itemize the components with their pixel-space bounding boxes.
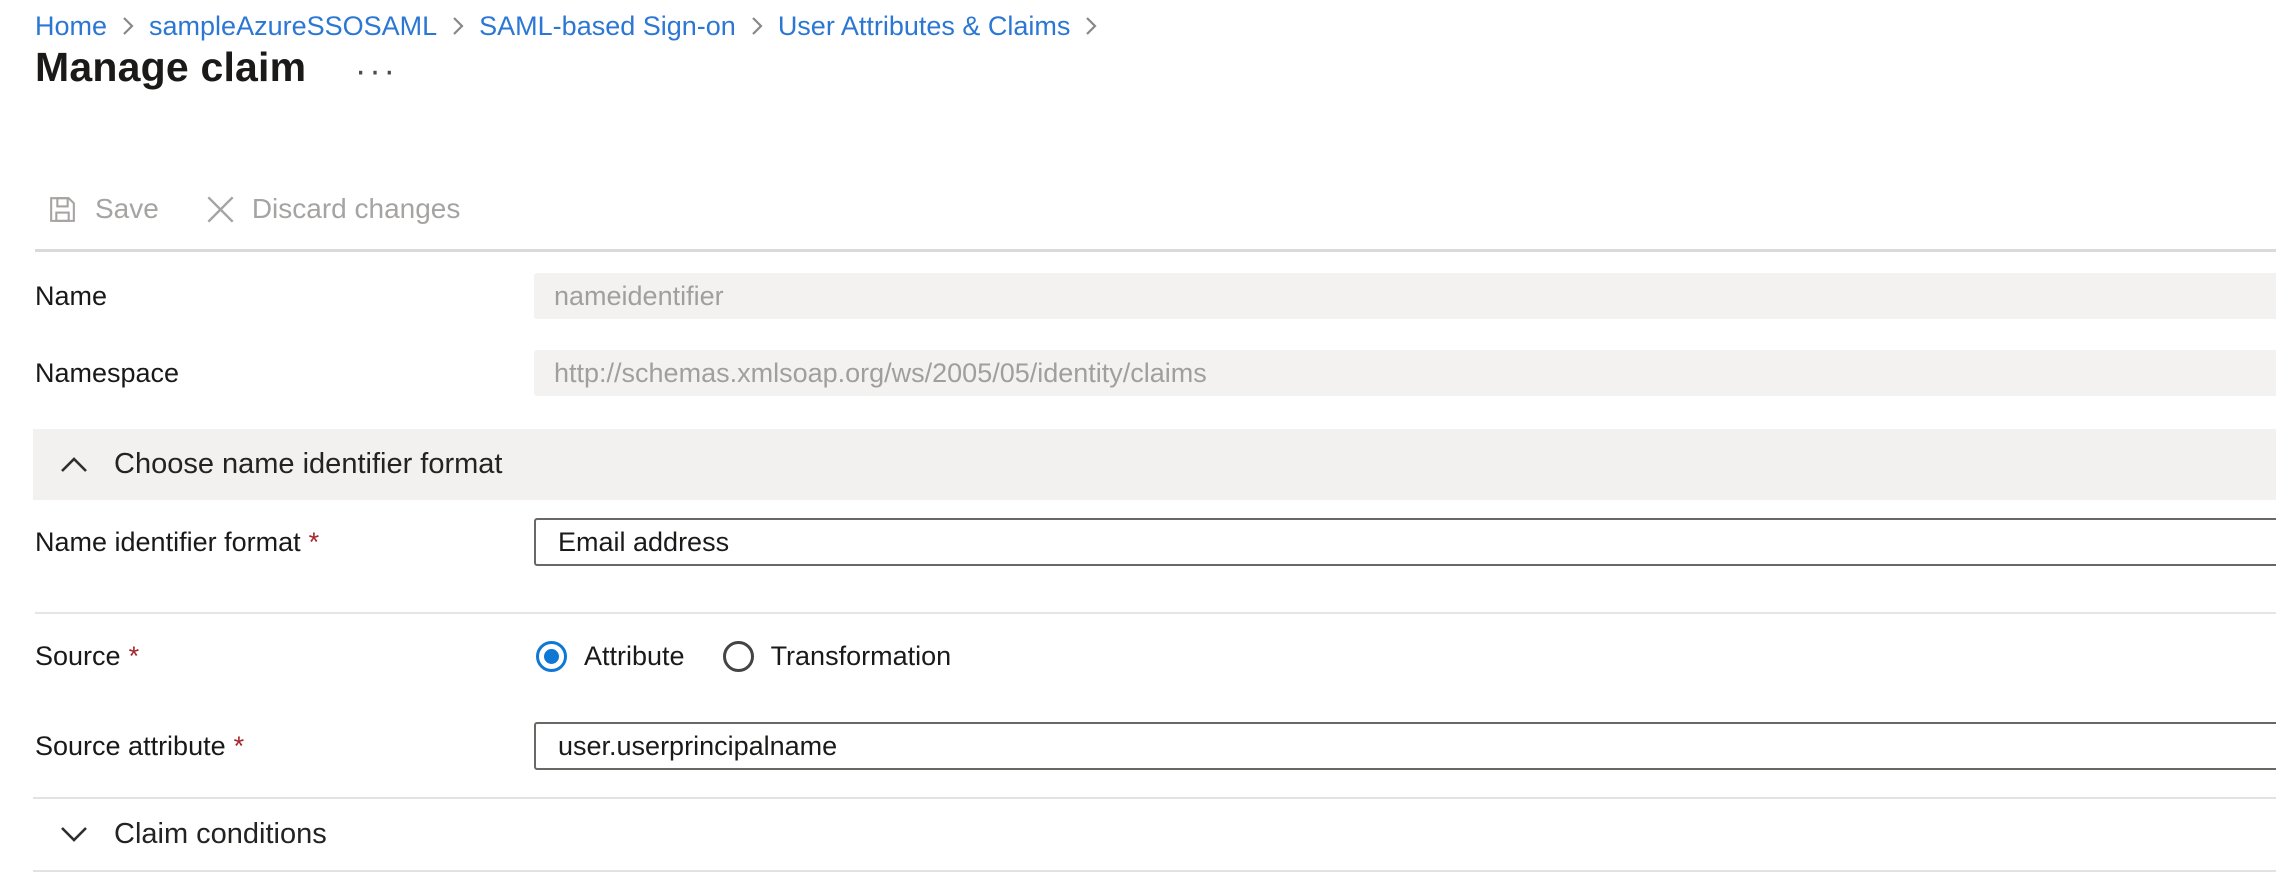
namespace-input: http://schemas.xmlsoap.org/ws/2005/05/id… xyxy=(534,350,2276,396)
breadcrumb-separator-icon xyxy=(122,16,134,36)
page-title: Manage claim xyxy=(35,44,306,91)
required-asterisk: * xyxy=(309,527,320,557)
source-attribute-label-text: Source attribute xyxy=(35,731,226,761)
name-identifier-format-label: Name identifier format * xyxy=(35,518,319,566)
required-asterisk: * xyxy=(129,641,140,671)
row-divider xyxy=(35,612,2276,614)
save-icon xyxy=(46,193,79,226)
breadcrumb-saml-signon-link[interactable]: SAML-based Sign-on xyxy=(479,11,736,42)
source-radio-group: Attribute Transformation xyxy=(536,633,951,679)
section-title: Choose name identifier format xyxy=(114,448,502,481)
radio-transformation[interactable] xyxy=(723,641,754,672)
toolbar-divider xyxy=(35,249,2276,252)
radio-attribute-label[interactable]: Attribute xyxy=(584,641,685,672)
name-label: Name xyxy=(35,273,107,319)
name-identifier-format-select[interactable]: Email address xyxy=(534,518,2276,566)
breadcrumb-user-attributes-link[interactable]: User Attributes & Claims xyxy=(778,11,1071,42)
discard-changes-button[interactable]: Discard changes xyxy=(205,193,461,225)
radio-attribute[interactable] xyxy=(536,641,567,672)
required-asterisk: * xyxy=(234,731,245,761)
source-label: Source * xyxy=(35,633,139,679)
chevron-down-icon xyxy=(60,826,88,843)
section-choose-name-identifier-format[interactable]: Choose name identifier format xyxy=(33,429,2276,500)
save-button[interactable]: Save xyxy=(46,193,159,226)
chevron-up-icon xyxy=(60,456,88,473)
breadcrumb-separator-icon xyxy=(751,16,763,36)
section-title: Claim conditions xyxy=(114,818,327,851)
source-attribute-label: Source attribute * xyxy=(35,722,244,770)
close-icon xyxy=(205,194,236,225)
breadcrumb-app-link[interactable]: sampleAzureSSOSAML xyxy=(149,11,437,42)
command-toolbar: Save Discard changes xyxy=(46,184,460,234)
source-attribute-select[interactable]: user.userprincipalname xyxy=(534,722,2276,770)
source-label-text: Source xyxy=(35,641,121,671)
breadcrumb-separator-icon xyxy=(1085,16,1097,36)
breadcrumb-home-link[interactable]: Home xyxy=(35,11,107,42)
namespace-label: Namespace xyxy=(35,350,179,396)
breadcrumb: Home sampleAzureSSOSAML SAML-based Sign-… xyxy=(35,8,1097,44)
section-claim-conditions[interactable]: Claim conditions xyxy=(33,797,2276,872)
name-identifier-format-label-text: Name identifier format xyxy=(35,527,301,557)
name-input: nameidentifier xyxy=(534,273,2276,319)
context-menu-button[interactable]: ··· xyxy=(355,52,398,91)
discard-changes-label: Discard changes xyxy=(252,193,461,225)
radio-transformation-label[interactable]: Transformation xyxy=(771,641,952,672)
save-button-label: Save xyxy=(95,193,159,225)
breadcrumb-separator-icon xyxy=(452,16,464,36)
manage-claim-page: Home sampleAzureSSOSAML SAML-based Sign-… xyxy=(0,0,2276,884)
